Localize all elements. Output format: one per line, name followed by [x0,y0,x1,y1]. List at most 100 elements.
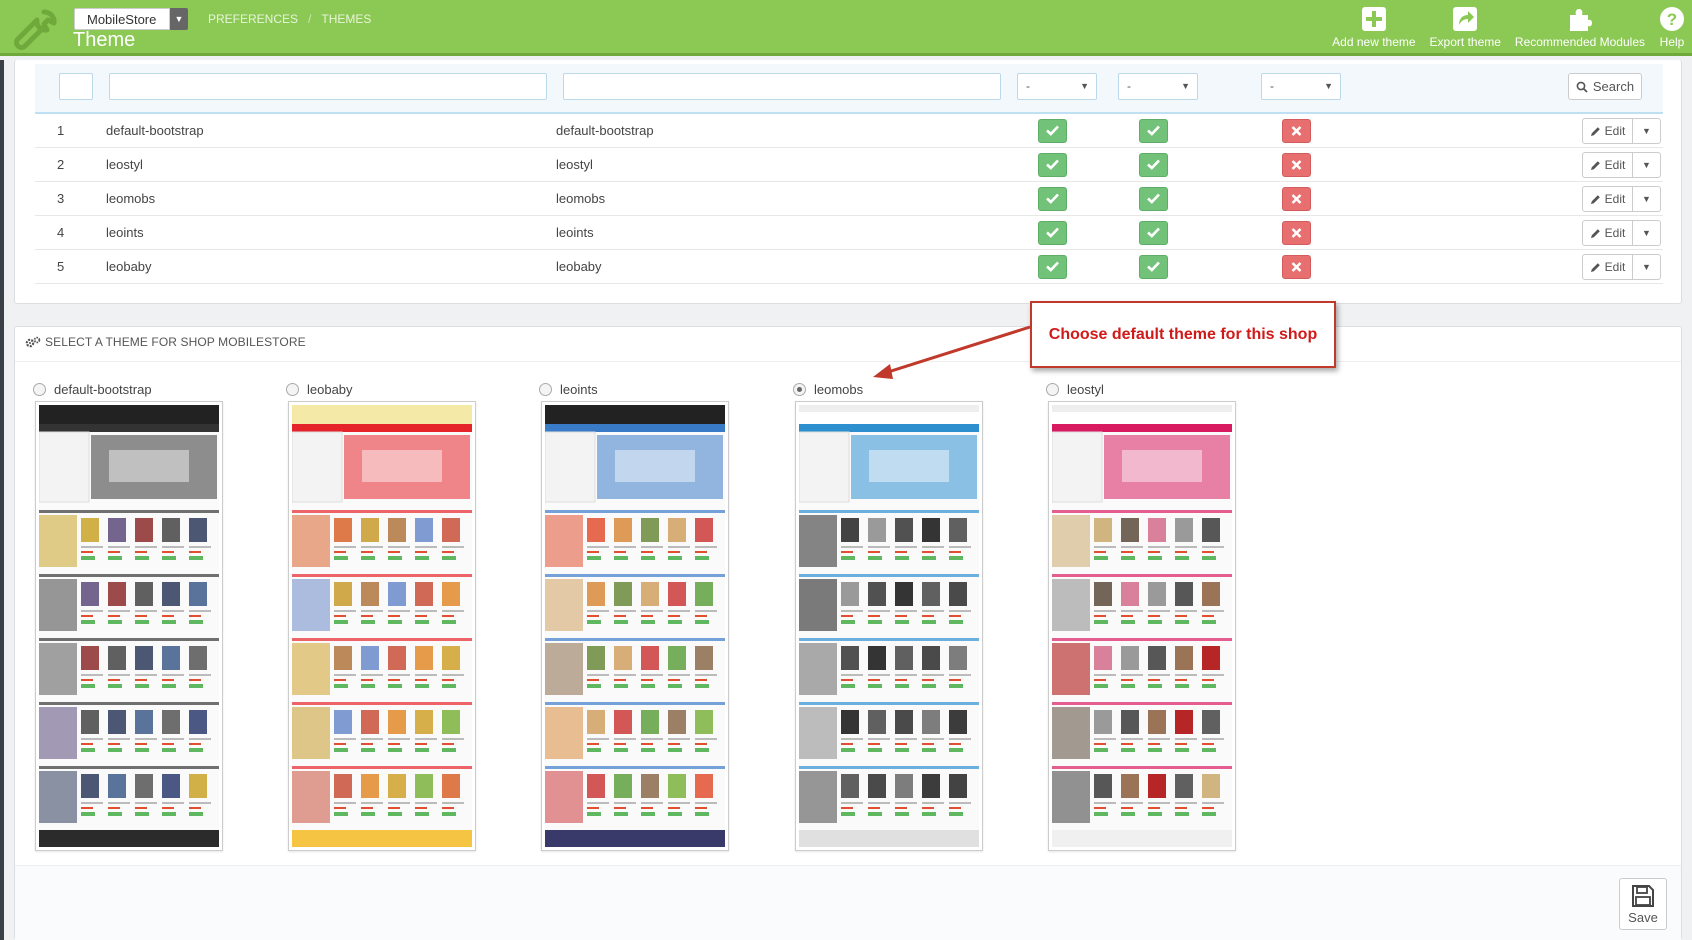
section-title: SELECT A THEME FOR SHOP MOBILESTORE [25,335,306,349]
row-actions-dropdown[interactable]: ▼ [1633,220,1661,246]
pencil-icon [1590,160,1600,170]
theme-option-leomobs[interactable]: leomobs [793,379,983,851]
enabled-badge[interactable] [1038,187,1067,211]
table-row: 5 leobaby leobaby Edit ▼ [35,250,1663,284]
theme-thumbnail[interactable] [541,401,729,851]
theme-radio[interactable] [539,382,552,396]
theme-radio[interactable] [1046,382,1059,396]
theme-option-leoints[interactable]: leoints [539,379,729,851]
search-icon [1576,81,1588,93]
theme-option-leostyl[interactable]: leostyl [1046,379,1236,851]
table-row: 4 leoints leoints Edit ▼ [35,216,1663,250]
puzzle-icon [1569,9,1592,31]
disabled-badge[interactable] [1282,255,1311,279]
themes-list-panel: - ▼ - ▼ - ▼ Search 1 default-bootstrap defaul… [14,60,1682,304]
theme-thumbnail[interactable] [1048,401,1236,851]
theme-radio-label[interactable]: leostyl [1046,379,1236,399]
theme-radio[interactable] [793,382,806,396]
row-directory: leoints [556,225,594,240]
row-directory: leomobs [556,191,606,206]
plus-square-icon [1361,7,1386,31]
enabled-badge[interactable] [1038,119,1067,143]
shop-selector[interactable]: MobileStore ▼ [74,8,188,30]
row-actions-dropdown[interactable]: ▼ [1633,186,1661,212]
theme-option-leobaby[interactable]: leobaby [286,379,476,851]
recommended-modules-button[interactable]: Recommended Modules [1508,6,1652,49]
theme-name: default-bootstrap [54,381,152,397]
edit-button[interactable]: Edit [1582,152,1633,178]
edit-label: Edit [1604,192,1626,206]
enabled-badge[interactable] [1139,187,1168,211]
row-id: 5 [57,259,65,274]
caret-down-icon: ▼ [1642,194,1651,204]
left-nav-edge [0,60,4,940]
pencil-icon [1590,228,1600,238]
export-theme-button[interactable]: Export theme [1423,6,1508,49]
caret-down-icon: ▼ [1181,81,1190,91]
page-header: MobileStore ▼ PREFERENCES / THEMES Theme… [0,0,1692,56]
help-button[interactable]: ? Help [1652,6,1692,49]
share-icon [1453,7,1478,31]
search-button[interactable]: Search [1568,73,1642,100]
breadcrumb-themes[interactable]: THEMES [321,12,371,26]
filter-select-2[interactable]: - ▼ [1118,73,1198,100]
disabled-badge[interactable] [1282,119,1311,143]
theme-thumbnail[interactable] [795,401,983,851]
row-name: leostyl [106,157,143,172]
edit-label: Edit [1604,124,1626,138]
disabled-badge[interactable] [1282,221,1311,245]
theme-radio[interactable] [33,382,46,396]
theme-radio[interactable] [286,382,299,396]
theme-thumbnail[interactable] [35,401,223,851]
row-name: default-bootstrap [106,123,204,138]
filter-name-input[interactable] [109,73,547,100]
enabled-badge[interactable] [1139,119,1168,143]
filter-select-1[interactable]: - ▼ [1017,73,1097,100]
row-name: leomobs [106,191,156,206]
row-actions: Edit ▼ [1582,118,1661,144]
caret-down-icon: ▼ [1642,126,1651,136]
svg-text:?: ? [1667,10,1677,29]
theme-name: leomobs [814,381,864,397]
row-actions-dropdown[interactable]: ▼ [1633,152,1661,178]
filter-select-3[interactable]: - ▼ [1261,73,1341,100]
filter-id-input[interactable] [59,73,93,100]
toolbar: Add new theme Export theme Recommended M… [1325,6,1692,49]
edit-button[interactable]: Edit [1582,220,1633,246]
row-id: 2 [57,157,65,172]
table-row: 3 leomobs leomobs Edit ▼ [35,182,1663,216]
theme-radio-label[interactable]: leomobs [793,379,983,399]
enabled-badge[interactable] [1038,153,1067,177]
edit-button[interactable]: Edit [1582,186,1633,212]
enabled-badge[interactable] [1038,255,1067,279]
filter-directory-input[interactable] [563,73,1001,100]
row-name: leoints [106,225,144,240]
row-actions-dropdown[interactable]: ▼ [1633,254,1661,280]
annotation-callout: Choose default theme for this shop [1030,301,1336,368]
theme-option-default-bootstrap[interactable]: default-bootstrap [33,379,223,851]
theme-radio-label[interactable]: leobaby [286,379,476,399]
save-label: Save [1628,909,1658,925]
table-row: 2 leostyl leostyl Edit ▼ [35,148,1663,182]
add-new-theme-button[interactable]: Add new theme [1325,6,1422,49]
enabled-badge[interactable] [1038,221,1067,245]
edit-button[interactable]: Edit [1582,118,1633,144]
enabled-badge[interactable] [1139,153,1168,177]
theme-radio-label[interactable]: default-bootstrap [33,379,223,399]
breadcrumb-preferences[interactable]: PREFERENCES [208,12,298,26]
enabled-badge[interactable] [1139,255,1168,279]
add-new-theme-label: Add new theme [1332,35,1416,49]
theme-thumbnail[interactable] [288,401,476,851]
row-actions-dropdown[interactable]: ▼ [1633,118,1661,144]
enabled-badge[interactable] [1139,221,1168,245]
disabled-badge[interactable] [1282,187,1311,211]
caret-down-icon: ▼ [1642,228,1651,238]
pencil-icon [1590,126,1600,136]
save-button[interactable]: Save [1619,878,1667,930]
pencil-icon [1590,262,1600,272]
disabled-badge[interactable] [1282,153,1311,177]
theme-radio-label[interactable]: leoints [539,379,729,399]
theme-name: leostyl [1067,381,1104,397]
edit-button[interactable]: Edit [1582,254,1633,280]
row-id: 1 [57,123,65,138]
